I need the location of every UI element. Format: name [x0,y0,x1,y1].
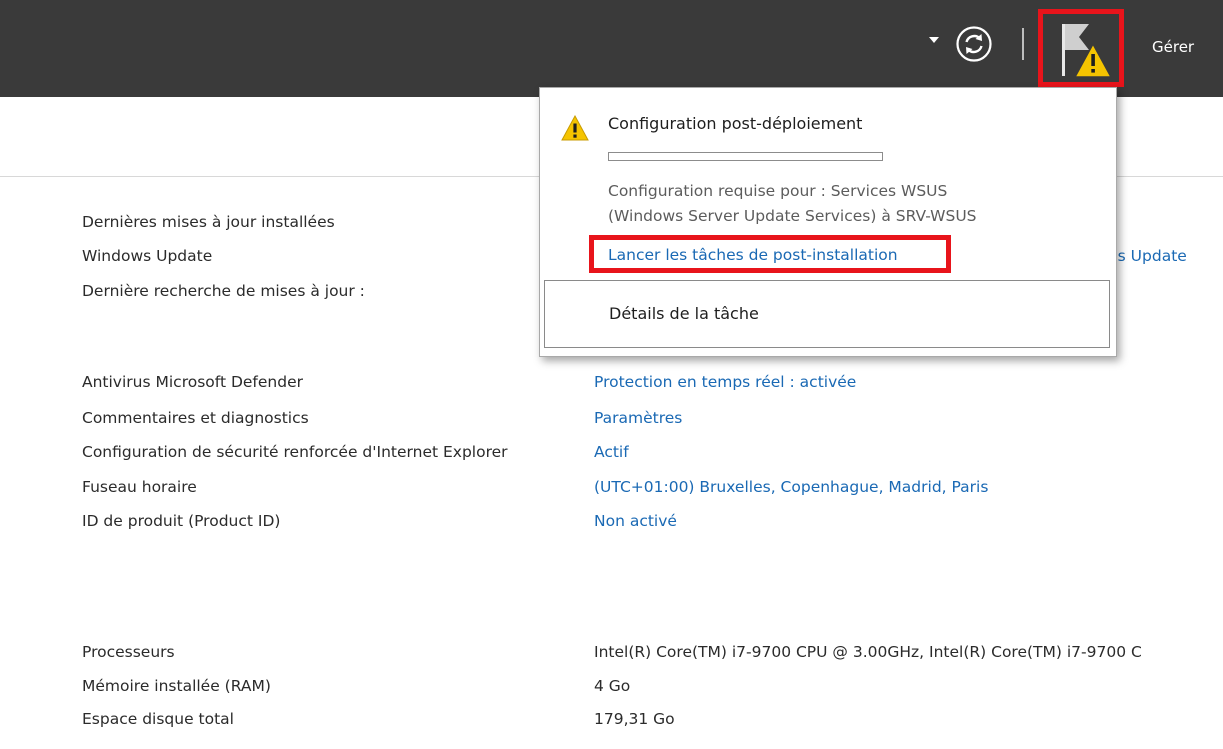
hardware-label: Mémoire installée (RAM) [82,677,271,695]
top-bar: Gérer [0,0,1223,97]
notification-progress-bar [608,152,883,161]
notification-title: Configuration post-déploiement [608,114,863,133]
notification-description: Configuration requise pour : Services WS… [608,179,1078,229]
hardware-label: Processeurs [82,643,175,661]
timezone-value-link[interactable]: (UTC+01:00) Bruxelles, Copenhague, Madri… [594,478,988,496]
task-details-button[interactable]: Détails de la tâche [544,280,1110,348]
property-label: Commentaires et diagnostics [82,409,309,427]
last-check-label: Dernière recherche de mises à jour : [82,282,365,300]
warning-icon [561,114,589,145]
windows-update-label: Windows Update [82,247,213,265]
diagnostics-value-link[interactable]: Paramètres [594,409,682,427]
notification-popup: Configuration post-déploiement Configura… [539,87,1117,357]
refresh-icon[interactable] [954,24,994,64]
property-label: Fuseau horaire [82,478,197,496]
ram-value: 4 Go [594,677,631,695]
description-line: (Windows Server Update Services) à SRV-W… [608,207,977,225]
flag-warning-icon [1062,24,1113,78]
manage-menu[interactable]: Gérer [1152,38,1194,56]
product-id-value-link[interactable]: Non activé [594,512,677,530]
toolbar-separator [1022,28,1024,60]
property-label: ID de produit (Product ID) [82,512,281,530]
dropdown-arrow-icon[interactable] [929,37,939,43]
property-label: Antivirus Microsoft Defender [82,373,303,391]
windows-update-value-link[interactable]: ws Update [1105,247,1187,265]
hardware-label: Espace disque total [82,710,234,728]
ie-security-value-link[interactable]: Actif [594,443,629,461]
last-updates-label: Dernières mises à jour installées [82,213,335,231]
task-details-label: Détails de la tâche [609,304,759,323]
property-label: Configuration de sécurité renforcée d'In… [82,443,508,461]
launch-post-install-link[interactable]: Lancer les tâches de post-installation [608,246,898,264]
processor-value: Intel(R) Core(TM) i7-9700 CPU @ 3.00GHz,… [594,643,1142,661]
description-line: Configuration requise pour : Services WS… [608,182,948,200]
notifications-flag-button[interactable] [1038,9,1124,87]
defender-value-link[interactable]: Protection en temps réel : activée [594,373,856,391]
disk-value: 179,31 Go [594,710,675,728]
